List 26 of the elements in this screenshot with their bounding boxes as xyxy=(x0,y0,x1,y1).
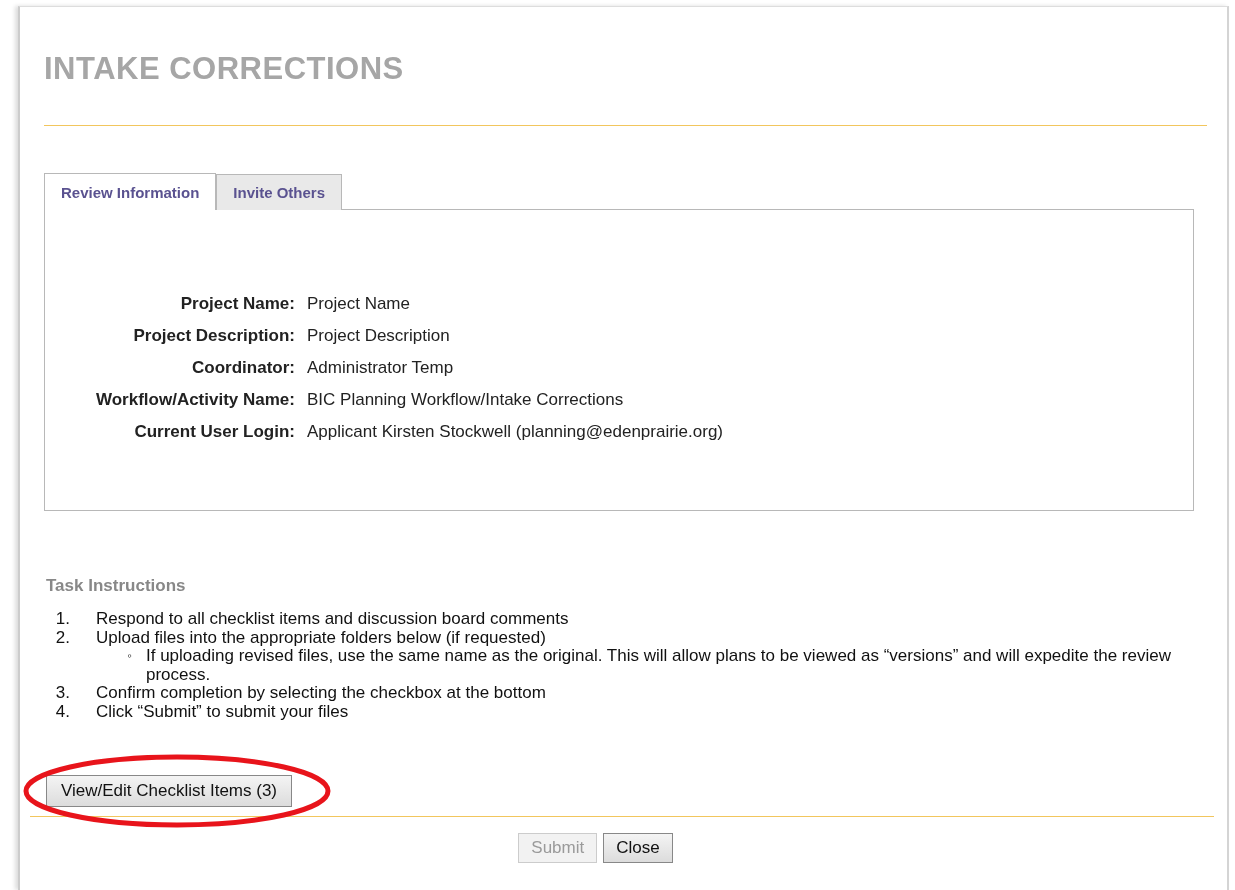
field-label: Project Description: xyxy=(132,326,295,346)
section-heading: Task Instructions xyxy=(46,576,187,596)
dialog-button[interactable]: Close xyxy=(603,833,673,863)
list-number: 2. xyxy=(54,628,70,647)
list-number: 3. xyxy=(54,684,70,703)
list-number: 1. xyxy=(54,610,70,629)
tab[interactable]: Invite Others xyxy=(216,174,343,210)
instruction-text: Click “Submit” to submit your files xyxy=(96,702,349,721)
list-number: 4. xyxy=(54,702,70,721)
field-label: Current User Login: xyxy=(133,422,295,442)
field-value: Administrator Temp xyxy=(307,358,455,378)
field-value: Applicant Kirsten Stockwell (planning@edenprairie.org) xyxy=(307,422,725,442)
field-value: BIC Planning Workflow/Intake Corrections xyxy=(307,390,625,410)
instruction-text: Respond to all checklist items and discussion board comments xyxy=(96,610,569,629)
page-title: INTAKE CORRECTIONS xyxy=(44,51,405,87)
field-value: Project Description xyxy=(307,326,451,346)
field-label: Workflow/Activity Name: xyxy=(95,390,295,410)
checklist-button[interactable]: View/Edit Checklist Items (3) xyxy=(46,775,293,807)
instruction-text: Upload files into the appropriate folders below (if requested) xyxy=(96,628,546,647)
instruction-text: Confirm completion by selecting the checkbox at the bottom xyxy=(96,684,546,703)
tab[interactable]: Review Information xyxy=(44,173,217,210)
bullet: ◦ xyxy=(126,647,132,665)
field-label: Coordinator: xyxy=(191,358,295,378)
field-label: Project Name: xyxy=(179,294,295,314)
instruction-text: If uploading revised files, use the same name as the original. This will allow plans to be viewed as “versions” and will expedite the review process. xyxy=(146,647,1172,684)
field-value: Project Name xyxy=(307,294,411,314)
